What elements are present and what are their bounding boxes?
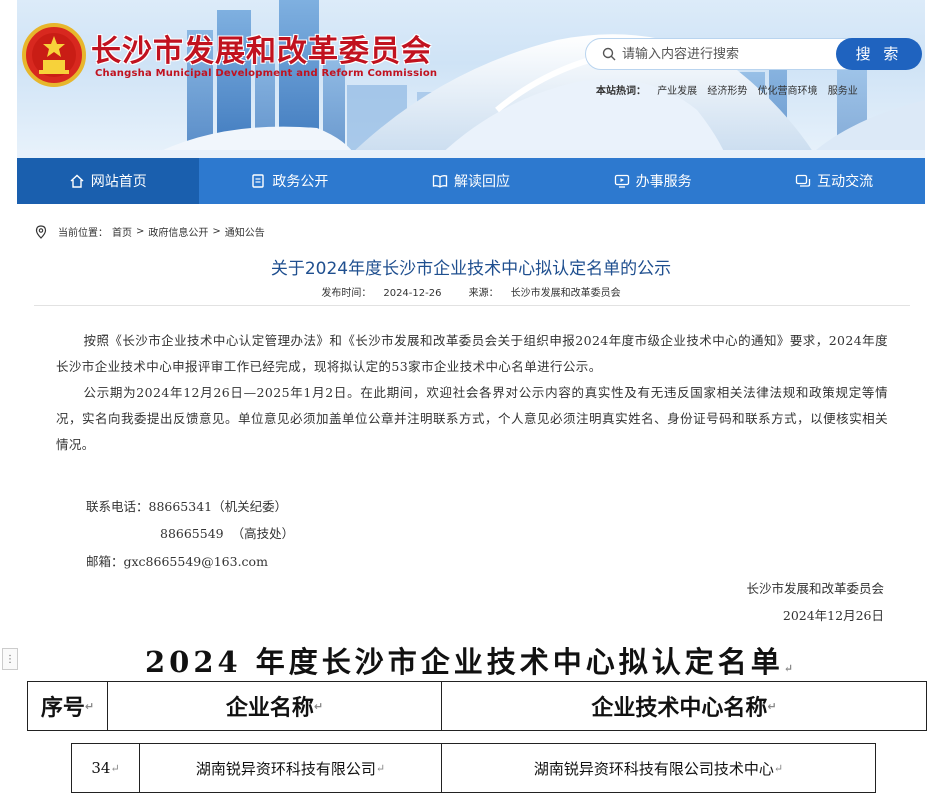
nav-item-label: 网站首页 [90,174,147,190]
header-label: 企业技术中心名称 [591,696,768,721]
header-cell-no: 序号 ↵ [28,682,108,730]
nav-item-label: 解读回应 [453,174,510,190]
breadcrumb-separator: > [212,226,221,237]
hotword-link[interactable]: 服务业 [828,86,858,97]
hotword-link[interactable]: 经济形势 [707,86,747,97]
article-source: 长沙市发展和改革委员会 [510,288,621,299]
return-mark: ↵ [84,699,95,713]
article-paragraph: 公示期为2024年12月26日—2025年1月2日。在此期间，欢迎社会各界对公示… [56,385,888,452]
breadcrumb-prefix: 当前位置： [58,228,108,239]
breadcrumb-link[interactable]: 政府信息公开 [148,224,208,239]
nav-item-home[interactable]: 网站首页 [17,158,199,204]
main-nav: 网站首页 政务公开 解读回应 办事服务 互动交流 [17,158,925,204]
hotword-link[interactable]: 优化营商环境 [758,86,818,97]
home-icon [70,174,84,188]
title-divider [34,305,910,306]
hotword-link[interactable]: 产业发展 [657,86,697,97]
header-cell-company: 企业名称 ↵ [108,682,442,730]
article-meta: 发布时间： 2024-12-26 来源： 长沙市发展和改革委员会 [0,284,942,299]
contact-phone-2: 88665549 （高技处） [160,526,295,541]
cell-no: 34 ↵ [72,744,140,792]
center-name: 湖南锐异资环科技有限公司技术中心 [533,759,774,778]
site-subtitle: Changsha Municipal Development and Refor… [95,68,438,79]
site-banner: 长沙市发展和改革委员会 Changsha Municipal Developme… [17,0,925,158]
breadcrumb: 当前位置： 首页 > 政府信息公开 > 通知公告 [34,224,265,239]
signature-date: 2024年12月26日 [782,608,884,623]
contact-email: 邮箱：gxc8665549@163.com [86,554,268,569]
signature-org: 长沙市发展和改革委员会 [746,581,884,596]
return-mark: ↵ [773,761,784,775]
header-label: 序号 [40,696,85,721]
national-emblem-icon [22,23,86,87]
city-skyline-illustration [17,0,925,158]
table-row: 34 ↵ 湖南锐异资环科技有限公司 ↵ 湖南锐异资环科技有限公司技术中心 ↵ [71,743,876,793]
source-label: 来源： [468,288,499,299]
breadcrumb-separator: > [136,226,145,237]
breadcrumb-link[interactable]: 首页 [112,224,132,239]
return-mark: ↵ [783,662,798,675]
location-pin-icon [35,224,47,239]
company-name: 湖南锐异资环科技有限公司 [195,759,376,778]
document-title-text: 2024 年度长沙市企业技术中心拟认定名单 [144,645,784,679]
return-mark: ↵ [110,761,120,775]
row-number: 34 [91,759,111,777]
nav-item-interaction[interactable]: 互动交流 [743,158,925,204]
nav-item-interpretation[interactable]: 解读回应 [380,158,562,204]
date-label: 发布时间： [321,288,372,299]
search-button[interactable]: 搜 索 [836,38,922,70]
article-paragraph: 按照《长沙市企业技术中心认定管理办法》和《长沙市发展和改革委员会关于组织申报20… [56,333,888,374]
return-mark: ↵ [313,699,324,713]
header-label: 企业名称 [225,696,314,721]
breadcrumb-link[interactable]: 通知公告 [225,224,265,239]
search-input[interactable] [622,43,822,65]
article-title: 关于2024年度长沙市企业技术中心拟认定名单的公示 [270,259,672,279]
table-header: 序号 ↵ 企业名称 ↵ 企业技术中心名称 ↵ [27,681,927,731]
document-icon [252,174,265,188]
hotwords-label: 本站热词： [596,86,646,97]
hotwords-bar: 本站热词： 产业发展 经济形势 优化营商环境 服务业 [596,82,865,97]
return-mark: ↵ [375,761,386,775]
site-title: 长沙市发展和改革委员会 [91,34,432,69]
publish-date: 2024-12-26 [383,288,442,299]
contact-phone-1: 联系电话：88665341（机关纪委） [86,499,288,514]
cell-company: 湖南锐异资环科技有限公司 ↵ [140,744,442,792]
cell-center: 湖南锐异资环科技有限公司技术中心 ↵ [442,744,875,792]
nav-item-label: 办事服务 [635,174,692,190]
document-title: 2024 年度长沙市企业技术中心拟认定名单↵ [0,639,942,681]
nav-item-open-gov[interactable]: 政务公开 [199,158,381,204]
nav-item-services[interactable]: 办事服务 [562,158,744,204]
search-icon [602,47,616,61]
article-body: 按照《长沙市企业技术中心认定管理办法》和《长沙市发展和改革委员会关于组织申报20… [56,328,888,458]
chat-icon [796,174,811,187]
return-mark: ↵ [767,699,777,713]
monitor-icon [614,174,629,188]
header-cell-center: 企业技术中心名称 ↵ [442,682,926,730]
nav-item-label: 政务公开 [272,174,329,190]
book-icon [432,175,448,188]
nav-item-label: 互动交流 [817,174,874,190]
